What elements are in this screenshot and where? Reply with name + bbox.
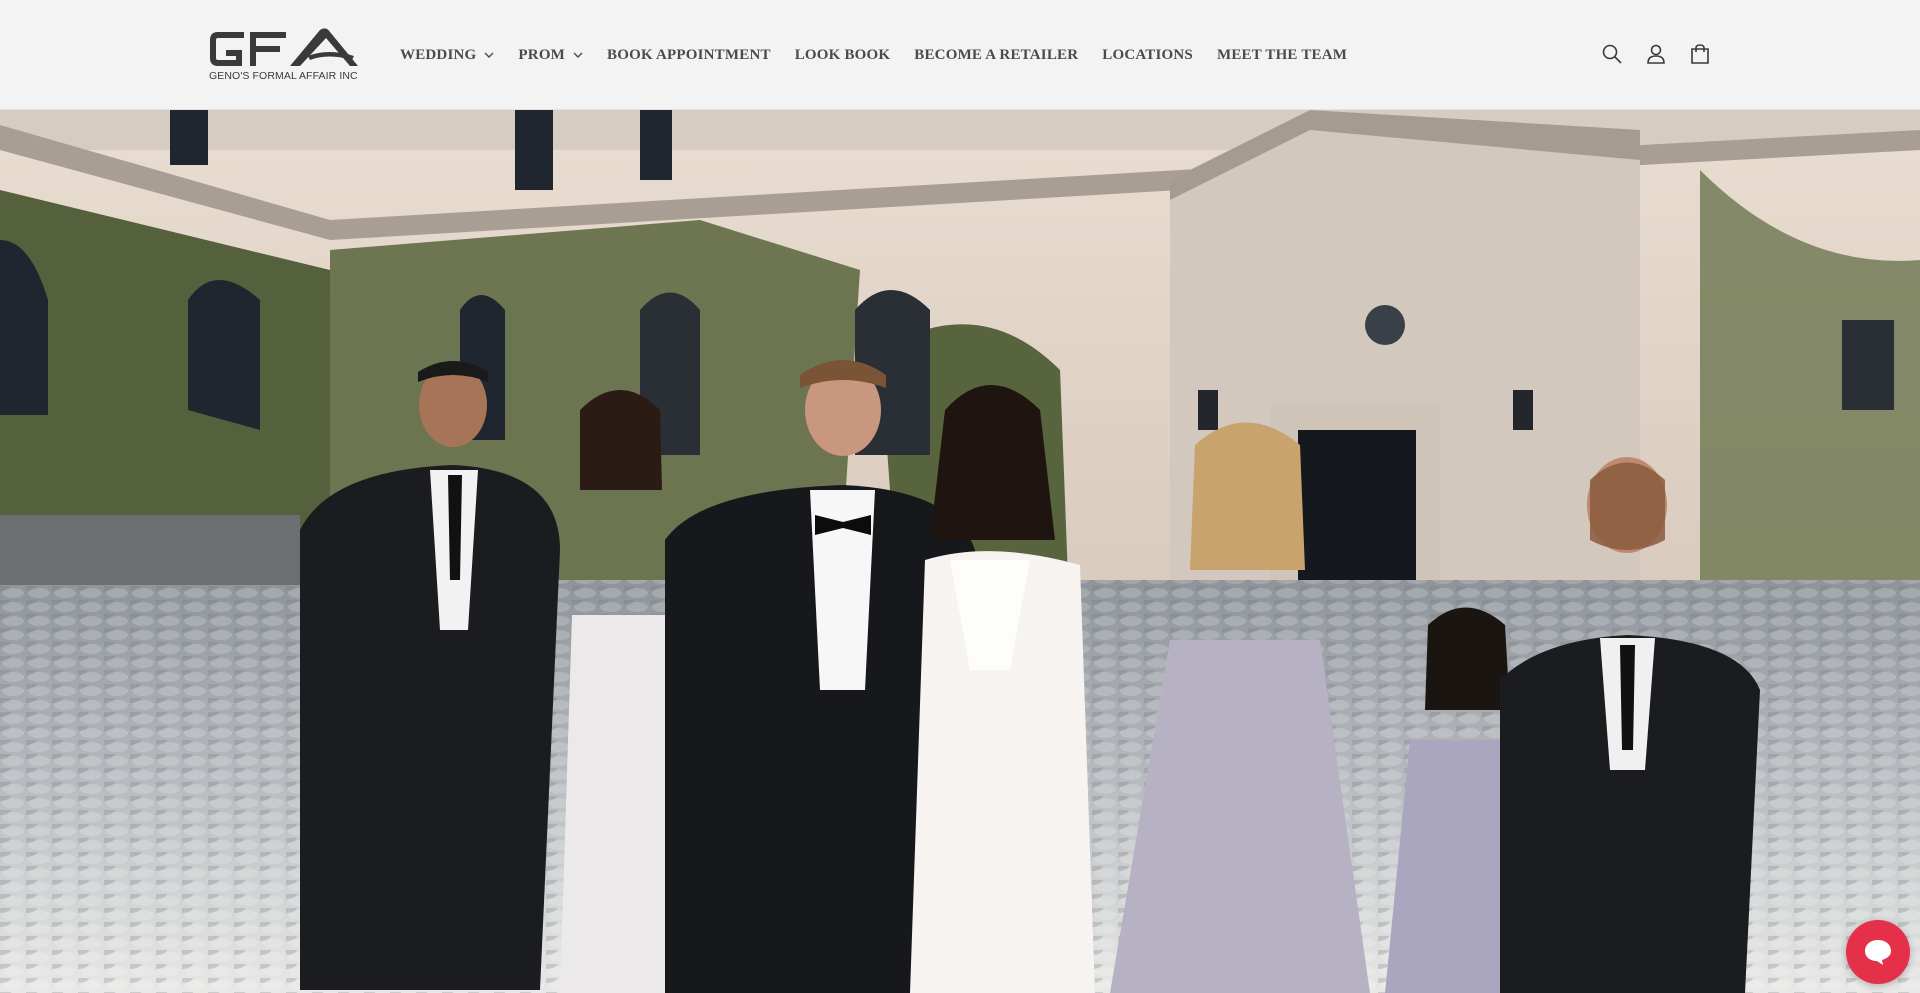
nav-meet-the-team[interactable]: MEET THE TEAM [1205, 35, 1359, 75]
search-icon[interactable] [1590, 34, 1634, 74]
header-icons [1590, 34, 1722, 74]
nav-wedding-label: WEDDING [400, 46, 477, 63]
nav-look-book[interactable]: LOOK BOOK [783, 35, 903, 75]
nav-prom[interactable]: PROM [506, 35, 595, 75]
chat-bubble-icon [1865, 940, 1891, 965]
nav-wedding[interactable]: WEDDING [388, 35, 506, 75]
hero-image [0, 110, 1920, 993]
chevron-down-icon [573, 50, 583, 60]
hero-banner [0, 110, 1920, 993]
nav-prom-label: PROM [518, 46, 566, 63]
nav-become-a-retailer[interactable]: BECOME A RETAILER [902, 35, 1090, 75]
main-nav: WEDDING PROM BOOK APPOINTMENT LOOK BOOK … [388, 0, 1359, 110]
chevron-down-icon [484, 50, 494, 60]
brand-logo[interactable]: GENO'S FORMAL AFFAIR INC [208, 26, 362, 86]
gfa-logo-mark [210, 28, 358, 66]
nav-locations[interactable]: LOCATIONS [1090, 35, 1205, 75]
cart-icon[interactable] [1678, 34, 1722, 74]
site-header: GENO'S FORMAL AFFAIR INC WEDDING PROM BO… [0, 0, 1920, 110]
account-icon[interactable] [1634, 34, 1678, 74]
nav-book-appointment[interactable]: BOOK APPOINTMENT [595, 35, 783, 75]
chat-button[interactable] [1846, 920, 1910, 984]
brand-tagline: GENO'S FORMAL AFFAIR INC [209, 70, 358, 82]
